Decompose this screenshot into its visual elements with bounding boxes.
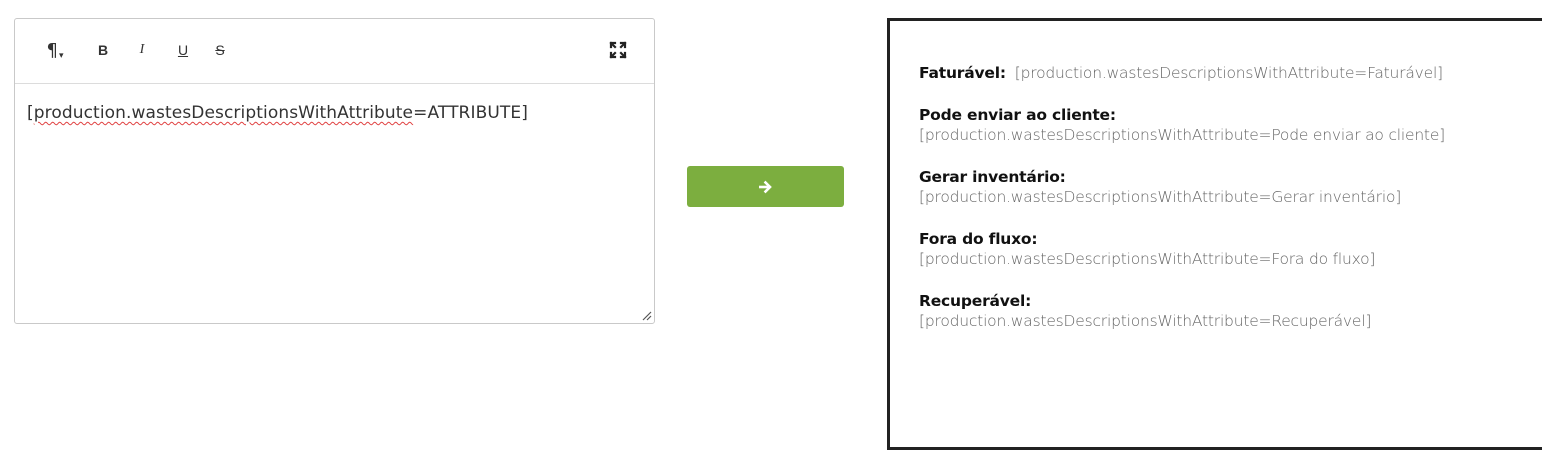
preview-content: Faturável: [production.wastesDescription… [919, 63, 1519, 353]
preview-entry-recuperavel: Recuperável: [production.wastesDescripti… [919, 291, 1519, 331]
entry-value: [production.wastesDescriptionsWithAttrib… [1014, 64, 1443, 82]
arrow-right-icon [758, 180, 772, 193]
convert-button[interactable] [687, 166, 844, 207]
entry-label: Recuperável: [919, 292, 1032, 310]
preview-entry-gerar-inventario: Gerar inventário: [production.wastesDesc… [919, 167, 1519, 207]
bold-button[interactable]: B [95, 39, 111, 61]
preview-entry-fora-do-fluxo: Fora do fluxo: [production.wastesDescrip… [919, 229, 1519, 269]
paragraph-icon: ¶ [46, 39, 58, 61]
fullscreen-button[interactable] [607, 39, 629, 61]
preview-entry-faturavel: Faturável: [production.wastesDescription… [919, 63, 1519, 83]
entry-label: Gerar inventário: [919, 168, 1066, 186]
editor-text-open-bracket: [ [27, 103, 34, 123]
rich-text-editor: ¶ ▾ B I U S [production.wastesDescriptio… [14, 18, 655, 324]
resize-handle-icon[interactable] [640, 309, 652, 321]
paragraph-format-dropdown[interactable]: ¶ ▾ [41, 39, 69, 62]
entry-value: [production.wastesDescriptionsWithAttrib… [919, 126, 1445, 144]
underline-button[interactable]: U [175, 39, 191, 61]
entry-label: Faturável: [919, 64, 1006, 82]
editor-text-misspelled: production.wastesDescriptionsWithAttribu… [33, 103, 414, 123]
strikethrough-button[interactable]: S [213, 39, 227, 61]
editor-toolbar: ¶ ▾ B I U S [15, 19, 654, 84]
editor-content-area[interactable]: [production.wastesDescriptionsWithAttrib… [27, 103, 642, 123]
italic-button[interactable]: I [135, 39, 149, 61]
fullscreen-icon [609, 41, 627, 59]
preview-entry-pode-enviar: Pode enviar ao cliente: [production.wast… [919, 105, 1519, 145]
entry-value: [production.wastesDescriptionsWithAttrib… [919, 188, 1402, 206]
entry-label: Pode enviar ao cliente: [919, 106, 1116, 124]
chevron-down-icon: ▾ [58, 51, 64, 61]
preview-panel: Faturável: [production.wastesDescription… [887, 18, 1542, 450]
entry-label: Fora do fluxo: [919, 230, 1038, 248]
entry-value: [production.wastesDescriptionsWithAttrib… [919, 312, 1372, 330]
editor-text-attribute: =ATTRIBUTE] [413, 103, 528, 123]
entry-value: [production.wastesDescriptionsWithAttrib… [919, 250, 1376, 268]
